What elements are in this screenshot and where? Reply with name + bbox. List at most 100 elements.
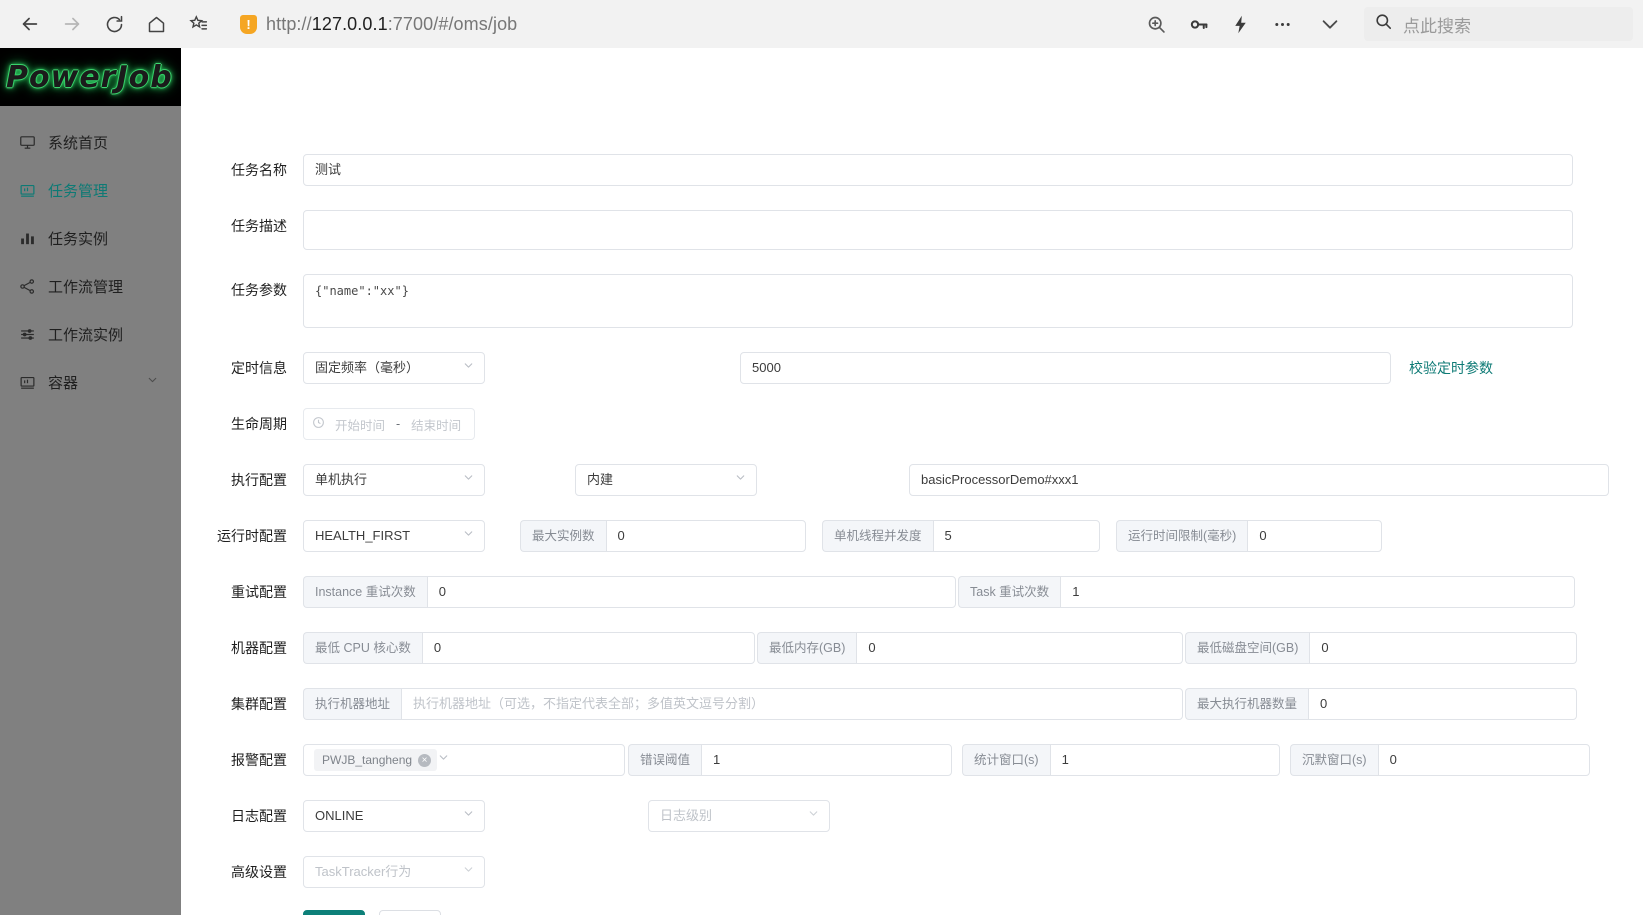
save-button[interactable]: 保存 — [303, 910, 365, 915]
cancel-button[interactable]: 取消 — [379, 910, 441, 915]
max-machine-group: 最大执行机器数量 0 — [1185, 688, 1577, 720]
tasktracker-behavior-placeholder: TaskTracker行为 — [315, 864, 412, 879]
url-host: 127.0.0.1 — [311, 13, 388, 34]
chevron-down-icon — [462, 801, 475, 831]
sidebar-item-workflow-instance[interactable]: 工作流实例 — [0, 310, 181, 358]
max-machine-input[interactable]: 0 — [1308, 688, 1577, 720]
error-threshold-group: 错误阈值 1 — [628, 744, 952, 776]
runtime-label: 运行时配置 — [217, 528, 287, 544]
lifecycle-daterange-picker[interactable]: 开始时间 - 结束时间 — [303, 408, 475, 440]
sidebar-item-label: 任务管理 — [48, 182, 109, 200]
instance-retry-input[interactable]: 0 — [426, 576, 956, 608]
home-button[interactable] — [136, 4, 176, 44]
log-mode-select[interactable]: ONLINE — [303, 800, 485, 832]
search-box[interactable]: 点此搜索 — [1364, 7, 1633, 41]
home-icon — [146, 14, 167, 35]
timing-label: 定时信息 — [231, 360, 287, 376]
min-mem-label: 最低内存(GB) — [757, 632, 857, 664]
min-cpu-label: 最低 CPU 核心数 — [303, 632, 422, 664]
url-text: http://127.0.0.1:7700/#/oms/job — [266, 14, 517, 35]
url-rest: :7700/#/oms/job — [387, 13, 518, 34]
arrow-left-icon — [19, 13, 41, 35]
log-level-select[interactable]: 日志级别 — [648, 800, 830, 832]
tasktracker-behavior-select[interactable]: TaskTracker行为 — [303, 856, 485, 888]
min-mem-input[interactable]: 0 — [856, 632, 1183, 664]
job-icon — [18, 181, 36, 199]
sliders-icon — [18, 325, 36, 343]
sidebar-item-home[interactable]: 系统首页 — [0, 118, 181, 166]
form-row-timing: 定时信息 固定频率（毫秒） 5000 校验定时参数 — [181, 352, 1643, 384]
search-icon — [1374, 12, 1393, 36]
reload-button[interactable] — [94, 4, 134, 44]
forward-button[interactable] — [52, 4, 92, 44]
min-cpu-input[interactable]: 0 — [421, 632, 755, 664]
sidebar-item-label: 容器 — [48, 374, 79, 392]
error-threshold-input[interactable]: 1 — [701, 744, 952, 776]
runtime-dispatch-value: HEALTH_FIRST — [315, 528, 411, 543]
timing-value-input[interactable]: 5000 — [740, 352, 1391, 384]
silence-window-input[interactable]: 0 — [1377, 744, 1590, 776]
form-actions: 保存 取消 — [181, 910, 1643, 915]
password-button[interactable] — [1178, 4, 1218, 44]
security-warning-icon[interactable] — [240, 14, 257, 34]
alarm-user-select[interactable]: PWJB_tangheng × — [303, 744, 625, 776]
chevron-down-icon — [462, 521, 475, 551]
address-bar[interactable]: http://127.0.0.1:7700/#/oms/job — [228, 7, 1308, 41]
more-button[interactable] — [1262, 4, 1302, 44]
sidebar-item-container[interactable]: 容器 — [0, 358, 181, 406]
max-instance-label: 最大实例数 — [520, 520, 606, 552]
timing-type-select[interactable]: 固定频率（毫秒） — [303, 352, 485, 384]
machine-address-input[interactable]: 执行机器地址（可选，不指定代表全部；多值英文逗号分割） — [401, 688, 1183, 720]
job-name-input[interactable]: 测试 — [303, 154, 1573, 186]
lifecycle-start-placeholder: 开始时间 — [334, 418, 385, 433]
job-desc-input[interactable] — [303, 210, 1573, 250]
form-row-job-params: 任务参数 {"name":"xx"} — [181, 274, 1643, 328]
runtime-dispatch-select[interactable]: HEALTH_FIRST — [303, 520, 485, 552]
logo-text: PowerJob — [6, 59, 173, 95]
form-row-log: 日志配置 ONLINE 日志级别 — [181, 800, 1643, 832]
close-icon[interactable]: × — [418, 753, 432, 767]
back-button[interactable] — [10, 4, 50, 44]
stat-window-group: 统计窗口(s) 1 — [962, 744, 1280, 776]
max-instance-input[interactable]: 0 — [605, 520, 806, 552]
job-params-textarea[interactable]: {"name":"xx"} — [303, 274, 1573, 328]
form-row-cluster: 集群配置 执行机器地址 执行机器地址（可选，不指定代表全部；多值英文逗号分割） … — [181, 688, 1643, 720]
task-retry-input[interactable]: 1 — [1060, 576, 1575, 608]
share-nodes-icon — [18, 277, 36, 295]
form-row-lifecycle: 生命周期 开始时间 - 结束时间 — [181, 408, 1643, 440]
cluster-label: 集群配置 — [231, 696, 287, 712]
form-row-retry: 重试配置 Instance 重试次数 0 Task 重试次数 1 — [181, 576, 1643, 608]
stat-window-input[interactable]: 1 — [1049, 744, 1280, 776]
lifecycle-label: 生命周期 — [231, 416, 287, 432]
sidebar-item-workflow-management[interactable]: 工作流管理 — [0, 262, 181, 310]
task-retry-label: Task 重试次数 — [958, 576, 1061, 608]
collections-button[interactable] — [178, 4, 218, 44]
sidebar-item-job-management[interactable]: 任务管理 — [0, 166, 181, 214]
error-threshold-label: 错误阈值 — [628, 744, 702, 776]
browser-toolbar: http://127.0.0.1:7700/#/oms/job — [0, 0, 1643, 48]
form-row-alarm: 报警配置 PWJB_tangheng × 错误阈值 1 统计窗口(s) 1 沉默… — [181, 744, 1643, 776]
time-limit-input[interactable]: 0 — [1247, 520, 1382, 552]
min-disk-input[interactable]: 0 — [1309, 632, 1577, 664]
zoom-button[interactable] — [1136, 4, 1176, 44]
container-icon — [18, 373, 36, 391]
job-desc-label: 任务描述 — [231, 218, 287, 234]
performance-button[interactable] — [1220, 4, 1260, 44]
url-prefix: http:// — [266, 13, 312, 34]
execute-mode-select[interactable]: 单机执行 — [303, 464, 485, 496]
execute-label: 执行配置 — [231, 472, 287, 488]
sidebar-item-label: 系统首页 — [48, 134, 109, 152]
min-disk-group: 最低磁盘空间(GB) 0 — [1185, 632, 1577, 664]
expand-button[interactable] — [1310, 4, 1350, 44]
execute-source-select[interactable]: 内建 — [575, 464, 757, 496]
sidebar-item-job-instance[interactable]: 任务实例 — [0, 214, 181, 262]
thread-concurrency-group: 单机线程并发度 5 — [822, 520, 1100, 552]
log-label: 日志配置 — [231, 808, 287, 824]
advanced-label: 高级设置 — [231, 864, 287, 880]
instance-retry-group: Instance 重试次数 0 — [303, 576, 956, 608]
execute-processor-input[interactable]: basicProcessorDemo#xxx1 — [909, 464, 1609, 496]
verify-timing-link[interactable]: 校验定时参数 — [1409, 352, 1493, 384]
thread-concurrency-input[interactable]: 5 — [932, 520, 1100, 552]
job-form: 任务名称 测试 任务描述 任务参数 {"name":"xx"} 定时信息 固定频… — [181, 106, 1643, 915]
key-icon — [1188, 14, 1209, 35]
